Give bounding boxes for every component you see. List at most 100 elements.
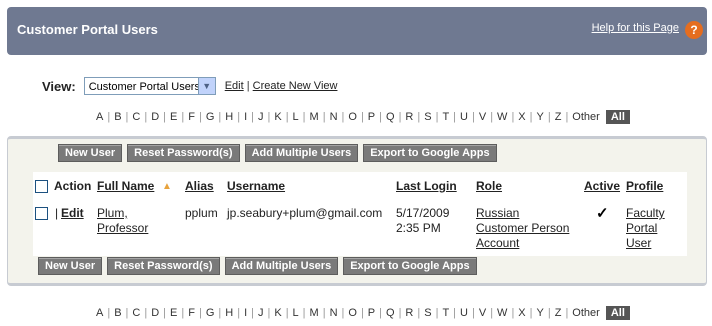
row-profile-line2: Portal xyxy=(626,221,658,235)
row-profile[interactable]: Faculty Portal User xyxy=(626,206,665,251)
alphabet-letter-g[interactable]: G xyxy=(206,307,215,319)
alphabet-letter-c[interactable]: C xyxy=(132,307,140,319)
alphabet-separator: | xyxy=(453,307,457,319)
alphabet-letter-n[interactable]: N xyxy=(330,307,338,319)
alphabet-letter-e[interactable]: E xyxy=(170,111,177,123)
alphabet-letter-a[interactable]: A xyxy=(96,111,103,123)
alphabet-letter-g[interactable]: G xyxy=(206,111,215,123)
alphabet-letter-w[interactable]: W xyxy=(497,307,507,319)
alphabet-letter-m[interactable]: M xyxy=(310,307,319,319)
alphabet-letter-u[interactable]: U xyxy=(460,111,468,123)
alphabet-all[interactable]: All xyxy=(605,306,630,320)
alphabet-letter-y[interactable]: Y xyxy=(537,111,544,123)
alphabet-separator: | xyxy=(285,307,289,319)
alphabet-letter-p[interactable]: P xyxy=(368,111,375,123)
alphabet-letter-c[interactable]: C xyxy=(132,111,140,123)
add-multiple-users-button[interactable]: Add Multiple Users xyxy=(244,144,359,162)
alphabet-letter-n[interactable]: N xyxy=(330,111,338,123)
alphabet-letter-k[interactable]: K xyxy=(274,111,281,123)
alphabet-letter-r[interactable]: R xyxy=(405,307,413,319)
alphabet-letter-h[interactable]: H xyxy=(225,111,233,123)
button-bar-bottom: New User Reset Password(s) Add Multiple … xyxy=(38,257,482,275)
alphabet-letter-s[interactable]: S xyxy=(424,111,431,123)
alphabet-letter-t[interactable]: T xyxy=(442,307,449,319)
alphabet-letter-k[interactable]: K xyxy=(274,307,281,319)
alphabet-letter-m[interactable]: M xyxy=(310,111,319,123)
alphabet-letter-r[interactable]: R xyxy=(405,111,413,123)
row-username: jp.seabury+plum@gmail.com xyxy=(227,206,383,220)
alphabet-letter-j[interactable]: J xyxy=(258,111,264,123)
alphabet-letter-b[interactable]: B xyxy=(114,111,121,123)
view-select-value: Customer Portal Users xyxy=(88,81,200,93)
alphabet-letter-l[interactable]: L xyxy=(293,111,299,123)
alphabet-letter-q[interactable]: Q xyxy=(386,307,395,319)
column-header-username[interactable]: Username xyxy=(227,179,285,193)
new-user-button[interactable]: New User xyxy=(58,144,123,162)
alphabet-letter-i[interactable]: I xyxy=(244,307,247,319)
column-header-active[interactable]: Active xyxy=(584,179,620,193)
alphabet-separator: | xyxy=(565,307,569,319)
alphabet-letter-x[interactable]: X xyxy=(518,111,525,123)
help-icon[interactable]: ? xyxy=(685,21,703,39)
view-select[interactable]: Customer Portal Users ▼ xyxy=(83,77,216,95)
alphabet-letter-v[interactable]: V xyxy=(479,111,486,123)
alphabet-letter-s[interactable]: S xyxy=(424,307,431,319)
add-multiple-users-button-bottom[interactable]: Add Multiple Users xyxy=(224,257,339,275)
alphabet-letter-o[interactable]: O xyxy=(348,111,357,123)
alphabet-letter-e[interactable]: E xyxy=(170,307,177,319)
alphabet-separator: | xyxy=(285,111,289,123)
alphabet-separator: | xyxy=(144,111,148,123)
help-link[interactable]: Help for this Page xyxy=(592,22,679,34)
alphabet-letter-z[interactable]: Z xyxy=(555,307,562,319)
alphabet-letter-w[interactable]: W xyxy=(497,111,507,123)
new-user-button-bottom[interactable]: New User xyxy=(38,257,103,275)
alphabet-separator: | xyxy=(529,307,533,319)
view-links-divider: | xyxy=(246,80,250,92)
alphabet-letter-v[interactable]: V xyxy=(479,307,486,319)
create-new-view-link[interactable]: Create New View xyxy=(253,80,338,92)
alphabet-letter-x[interactable]: X xyxy=(518,307,525,319)
alphabet-letter-d[interactable]: D xyxy=(151,307,159,319)
alphabet-letter-y[interactable]: Y xyxy=(537,307,544,319)
column-header-full-name[interactable]: Full Name xyxy=(97,179,154,193)
row-full-name[interactable]: Plum, Professor xyxy=(97,206,148,236)
alphabet-separator: | xyxy=(163,111,167,123)
alphabet-other[interactable]: Other xyxy=(572,111,600,123)
alphabet-separator: | xyxy=(198,307,202,319)
alphabet-letter-o[interactable]: O xyxy=(348,307,357,319)
alphabet-separator: | xyxy=(360,307,364,319)
alphabet-letter-i[interactable]: I xyxy=(244,111,247,123)
column-header-alias[interactable]: Alias xyxy=(185,179,214,193)
alphabet-letter-a[interactable]: A xyxy=(96,307,103,319)
alphabet-all[interactable]: All xyxy=(605,110,630,124)
alphabet-letter-p[interactable]: P xyxy=(368,307,375,319)
column-header-role[interactable]: Role xyxy=(476,179,502,193)
alphabet-separator: | xyxy=(379,111,382,123)
alphabet-other[interactable]: Other xyxy=(572,307,600,319)
row-select-checkbox[interactable] xyxy=(35,207,48,220)
alphabet-letter-f[interactable]: F xyxy=(188,307,195,319)
alphabet-letter-f[interactable]: F xyxy=(188,111,195,123)
alphabet-separator: | xyxy=(565,111,569,123)
edit-view-link[interactable]: Edit xyxy=(225,80,244,92)
reset-password-button[interactable]: Reset Password(s) xyxy=(127,144,240,162)
row-role[interactable]: Russian Customer Person Account xyxy=(476,206,569,251)
column-header-profile[interactable]: Profile xyxy=(626,179,663,193)
chevron-down-icon[interactable]: ▼ xyxy=(197,78,215,94)
alphabet-letter-u[interactable]: U xyxy=(460,307,468,319)
alphabet-letter-l[interactable]: L xyxy=(293,307,299,319)
alphabet-letter-q[interactable]: Q xyxy=(386,111,395,123)
export-google-apps-button-bottom[interactable]: Export to Google Apps xyxy=(343,257,477,275)
alphabet-letter-z[interactable]: Z xyxy=(555,111,562,123)
alphabet-separator: | xyxy=(511,307,515,319)
export-google-apps-button[interactable]: Export to Google Apps xyxy=(363,144,497,162)
alphabet-letter-h[interactable]: H xyxy=(225,307,233,319)
select-all-checkbox[interactable] xyxy=(35,180,48,193)
reset-password-button-bottom[interactable]: Reset Password(s) xyxy=(107,257,220,275)
alphabet-letter-j[interactable]: J xyxy=(258,307,264,319)
alphabet-letter-b[interactable]: B xyxy=(114,307,121,319)
row-edit-link[interactable]: Edit xyxy=(61,206,84,221)
column-header-last-login[interactable]: Last Login xyxy=(396,179,457,193)
alphabet-letter-d[interactable]: D xyxy=(151,111,159,123)
alphabet-letter-t[interactable]: T xyxy=(442,111,449,123)
